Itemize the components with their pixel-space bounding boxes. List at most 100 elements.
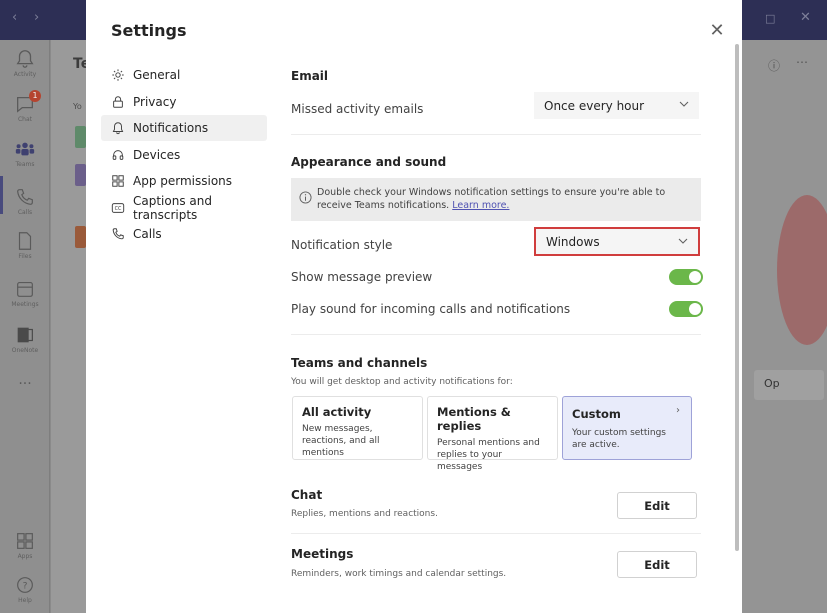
team-avatar	[75, 126, 86, 148]
more-icon: ...	[18, 372, 32, 388]
email-section-title: Email	[291, 69, 329, 83]
nav-item-privacy[interactable]: Privacy	[101, 89, 267, 115]
card-title: All activity	[302, 405, 372, 419]
grid-icon	[111, 174, 125, 188]
rail-item-teams[interactable]: Teams	[0, 138, 50, 168]
chat-edit-button[interactable]: Edit	[617, 492, 697, 519]
close-button[interactable]: ✕	[706, 20, 728, 42]
window-close-icon[interactable]: ✕	[800, 10, 811, 25]
notification-style-value: Windows	[546, 234, 600, 249]
rail-label: Chat	[17, 116, 33, 123]
card-title: Mentions & replies	[437, 405, 511, 433]
rail-item-activity[interactable]: Activity	[0, 48, 50, 78]
notification-badge: 1	[29, 90, 41, 102]
section-divider	[291, 533, 701, 534]
nav-item-label: Calls	[133, 227, 162, 241]
chat-section-subtitle: Replies, mentions and reactions.	[291, 509, 438, 519]
svg-text:CC: CC	[115, 206, 122, 212]
settings-nav: General Privacy Notifications Devices Ap…	[101, 62, 267, 248]
section-divider	[291, 134, 701, 135]
rail-label: Meetings	[11, 301, 39, 308]
nav-item-label: Notifications	[133, 121, 209, 135]
chevron-down-icon	[678, 238, 688, 244]
rail-label: Apps	[17, 553, 33, 560]
card-custom[interactable]: Custom › Your custom settings are active…	[562, 396, 692, 460]
scrollbar[interactable]	[735, 44, 739, 551]
rail-item-more[interactable]: ...	[0, 372, 50, 388]
nav-item-general[interactable]: General	[101, 62, 267, 88]
card-description: Personal mentions and replies to your me…	[437, 438, 540, 472]
app-rail: Activity 1 Chat Teams Calls Files Meetin…	[0, 40, 50, 613]
teams-channels-title: Teams and channels	[291, 356, 428, 370]
forward-arrow-icon[interactable]: ›	[34, 10, 39, 25]
rail-item-help[interactable]: ? Help	[0, 574, 50, 604]
section-divider	[291, 334, 701, 335]
rail-item-meetings[interactable]: Meetings	[0, 278, 50, 308]
missed-activity-dropdown[interactable]: Once every hour	[534, 92, 699, 119]
windows-settings-info: Double check your Windows notification s…	[291, 178, 701, 221]
background-team-list: Te Yo	[51, 40, 90, 613]
nav-item-label: Privacy	[133, 94, 177, 109]
background-right-panel: ⓘ ⋯ Op	[742, 40, 827, 613]
lock-icon	[111, 95, 125, 109]
phone-icon	[111, 227, 125, 241]
chat-section-title: Chat	[291, 488, 323, 502]
help-icon: ?	[17, 577, 33, 593]
toggle-knob	[689, 271, 701, 283]
nav-item-label: Captions and transcripts	[133, 193, 212, 222]
missed-activity-value: Once every hour	[544, 98, 645, 113]
rail-item-chat[interactable]: 1 Chat	[0, 90, 50, 123]
background-list-text: Yo	[73, 102, 82, 111]
meetings-section-subtitle: Reminders, work timings and calendar set…	[291, 569, 507, 579]
rail-label: Teams	[15, 161, 35, 168]
more-options-icon: ⋯	[796, 55, 808, 69]
nav-item-devices[interactable]: Devices	[101, 142, 267, 168]
calendar-icon	[17, 281, 33, 297]
chevron-down-icon	[679, 101, 689, 107]
card-mentions-replies[interactable]: Mentions & replies Personal mentions and…	[427, 396, 558, 472]
headset-icon	[111, 148, 125, 162]
maximize-icon[interactable]: □	[765, 12, 775, 25]
meetings-edit-button[interactable]: Edit	[617, 551, 697, 578]
background-button: Op	[754, 370, 824, 400]
rail-label: OneNote	[11, 347, 39, 354]
onenote-icon	[17, 327, 33, 343]
appearance-section-title: Appearance and sound	[291, 155, 447, 169]
learn-more-link[interactable]: Learn more.	[452, 200, 509, 211]
rail-label: Calls	[17, 209, 33, 216]
settings-dialog: Settings ✕ General Privacy Notifications…	[86, 0, 742, 613]
nav-item-captions[interactable]: CC Captions and transcripts	[101, 193, 267, 222]
bell-icon	[16, 50, 34, 68]
nav-item-app-permissions[interactable]: App permissions	[101, 168, 267, 194]
rail-item-calls[interactable]: Calls	[0, 186, 50, 216]
rail-item-apps[interactable]: Apps	[0, 530, 50, 560]
dialog-title: Settings	[111, 21, 187, 40]
back-arrow-icon[interactable]: ‹	[12, 10, 17, 25]
file-icon	[18, 232, 32, 250]
rail-label: Activity	[13, 71, 37, 78]
nav-item-notifications[interactable]: Notifications	[101, 115, 267, 141]
rail-item-onenote[interactable]: OneNote	[0, 324, 50, 354]
illustration-shape	[777, 195, 827, 345]
show-preview-toggle[interactable]	[669, 269, 703, 285]
rail-item-files[interactable]: Files	[0, 230, 50, 260]
apps-icon	[17, 533, 33, 549]
card-description: Your custom settings are active.	[572, 428, 666, 450]
nav-item-calls[interactable]: Calls	[101, 221, 267, 247]
rail-label: Help	[18, 597, 32, 604]
team-avatar	[75, 226, 86, 248]
show-preview-label: Show message preview	[291, 270, 433, 284]
background-button-text: Op	[764, 377, 780, 390]
close-icon: ✕	[709, 20, 725, 41]
info-icon-bg: ⓘ	[768, 59, 781, 73]
nav-item-label: Devices	[133, 147, 181, 162]
teams-channels-subtitle: You will get desktop and activity notifi…	[291, 377, 513, 387]
chevron-right-icon: ›	[676, 405, 680, 416]
bell-icon	[111, 121, 125, 135]
card-all-activity[interactable]: All activity New messages, reactions, an…	[292, 396, 423, 460]
notification-style-label: Notification style	[291, 238, 393, 252]
notification-style-dropdown[interactable]: Windows	[534, 227, 700, 256]
play-sound-toggle[interactable]	[669, 301, 703, 317]
nav-item-label: General	[133, 68, 181, 82]
cc-icon: CC	[111, 201, 125, 215]
